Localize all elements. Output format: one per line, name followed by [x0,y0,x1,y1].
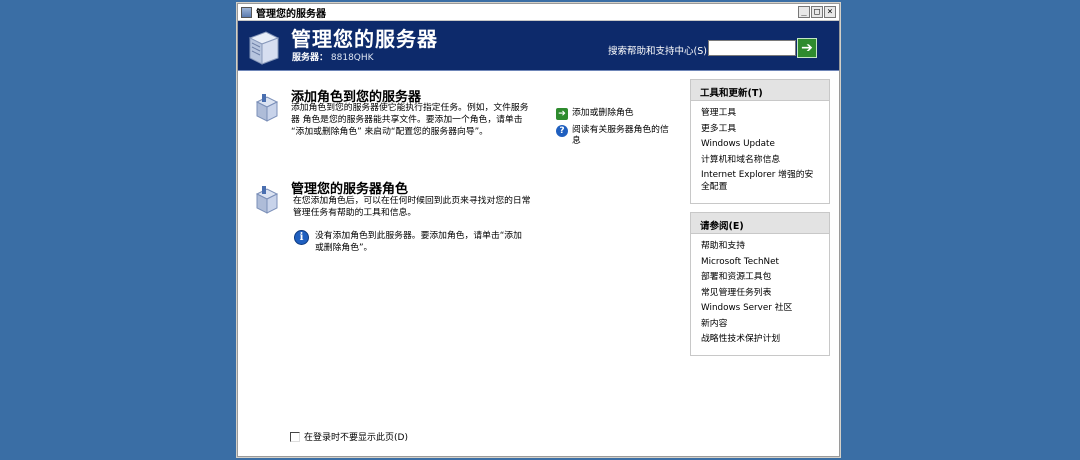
panel-link-whats-new[interactable]: 新内容 [701,318,819,330]
tools-updates-list: 管理工具 更多工具 Windows Update 计算机和域名称信息 Inter… [691,101,829,203]
dont-show-checkbox[interactable] [290,431,300,442]
tools-updates-title[interactable]: 工具和更新(T) [691,80,829,101]
panel-link-admin-tools[interactable]: 管理工具 [701,107,819,119]
title-bar[interactable]: 管理您的服务器 _ □ × [238,4,839,21]
panel-link-technet[interactable]: Microsoft TechNet [701,256,819,268]
window-title: 管理您的服务器 [256,8,326,20]
info-icon: i [294,230,309,245]
panel-link-deployment-kit[interactable]: 部署和资源工具包 [701,271,819,283]
panel-link-help-support[interactable]: 帮助和支持 [701,240,819,252]
desc-line: 器 角色是您的服务器能共享文件。要添加一个角色，请单击 [291,115,523,125]
dont-show-at-logon-row[interactable]: 在登录时不要显示此页(D) [290,430,408,443]
desc-line: 在您添加角色后，可以在任何时候回到此页来寻找对您的日常 [293,196,531,206]
desc-line: “添加或删除角色” 来启动“配置您的服务器向导”。 [291,127,488,137]
link-line: 阅读有关服务器角色的信 [572,125,669,135]
see-also-panel: 请参阅(E) 帮助和支持 Microsoft TechNet 部署和资源工具包 … [690,212,830,356]
no-roles-text: 没有添加角色到此服务器。要添加角色，请单击“添加 或删除角色”。 [315,230,522,254]
read-server-roles-link[interactable]: ? 阅读有关服务器角色的信 息 [556,125,669,147]
panel-link-windows-update[interactable]: Windows Update [701,138,819,150]
minimize-button[interactable]: _ [798,6,810,18]
help-search-label: 搜索帮助和支持中心(S) [608,46,707,57]
panel-link-ie-esc[interactable]: Internet Explorer 增强的安全配置 [701,169,819,193]
server-icon [248,31,280,65]
info-line: 没有添加角色到此服务器。要添加角色，请单击“添加 [315,231,522,241]
manage-role-icon [255,186,279,214]
help-question-icon: ? [556,125,568,137]
panel-link-computer-domain[interactable]: 计算机和域名称信息 [701,154,819,166]
server-name-line: 服务器： 8818QHK [292,50,374,63]
server-label: 服务器： [292,53,329,63]
manage-server-window: 管理您的服务器 _ □ × 管理您的服务器 服务器： 8818QHK 搜索帮助和… [237,3,840,457]
window-icon [241,6,252,18]
info-line: 或删除角色”。 [315,243,373,253]
see-also-list: 帮助和支持 Microsoft TechNet 部署和资源工具包 常见管理任务列… [691,234,829,355]
header-banner: 管理您的服务器 服务器： 8818QHK 搜索帮助和支持中心(S) ➔ [238,21,839,71]
section-manage-role-desc: 在您添加角色后，可以在任何时候回到此页来寻找对您的日常 管理任务有帮助的工具和信… [293,195,553,219]
add-remove-role-label: 添加或删除角色 [572,108,634,118]
server-name: 8818QHK [330,53,374,63]
read-server-roles-label: 阅读有关服务器角色的信 息 [572,125,669,147]
see-also-title[interactable]: 请参阅(E) [691,213,829,234]
add-remove-role-link[interactable]: ➔ 添加或删除角色 [556,108,634,120]
no-roles-info: i 没有添加角色到此服务器。要添加角色，请单击“添加 或删除角色”。 [294,230,544,254]
link-line: 息 [572,136,581,146]
section-add-role-desc: 添加角色到您的服务器使它能执行指定任务。例如，文件服务 器 角色是您的服务器能共… [291,102,551,138]
desc-line: 管理任务有帮助的工具和信息。 [293,208,417,218]
go-arrow-button[interactable]: ➔ [797,38,817,58]
window-controls: _ □ × [798,6,836,18]
dont-show-label: 在登录时不要显示此页(D) [304,433,408,443]
add-role-icon [255,94,279,122]
help-search-input[interactable] [708,40,796,56]
panel-link-common-tasks[interactable]: 常见管理任务列表 [701,287,819,299]
green-arrow-icon: ➔ [556,108,568,120]
panel-link-community[interactable]: Windows Server 社区 [701,302,819,314]
maximize-button[interactable]: □ [811,6,823,18]
panel-link-more-tools[interactable]: 更多工具 [701,123,819,135]
page-title: 管理您的服务器 [291,27,438,51]
close-button[interactable]: × [824,6,836,18]
desc-line: 添加角色到您的服务器使它能执行指定任务。例如，文件服务 [291,103,529,113]
tools-updates-panel: 工具和更新(T) 管理工具 更多工具 Windows Update 计算机和域名… [690,79,830,204]
panel-link-strategic-protection[interactable]: 战略性技术保护计划 [701,333,819,345]
